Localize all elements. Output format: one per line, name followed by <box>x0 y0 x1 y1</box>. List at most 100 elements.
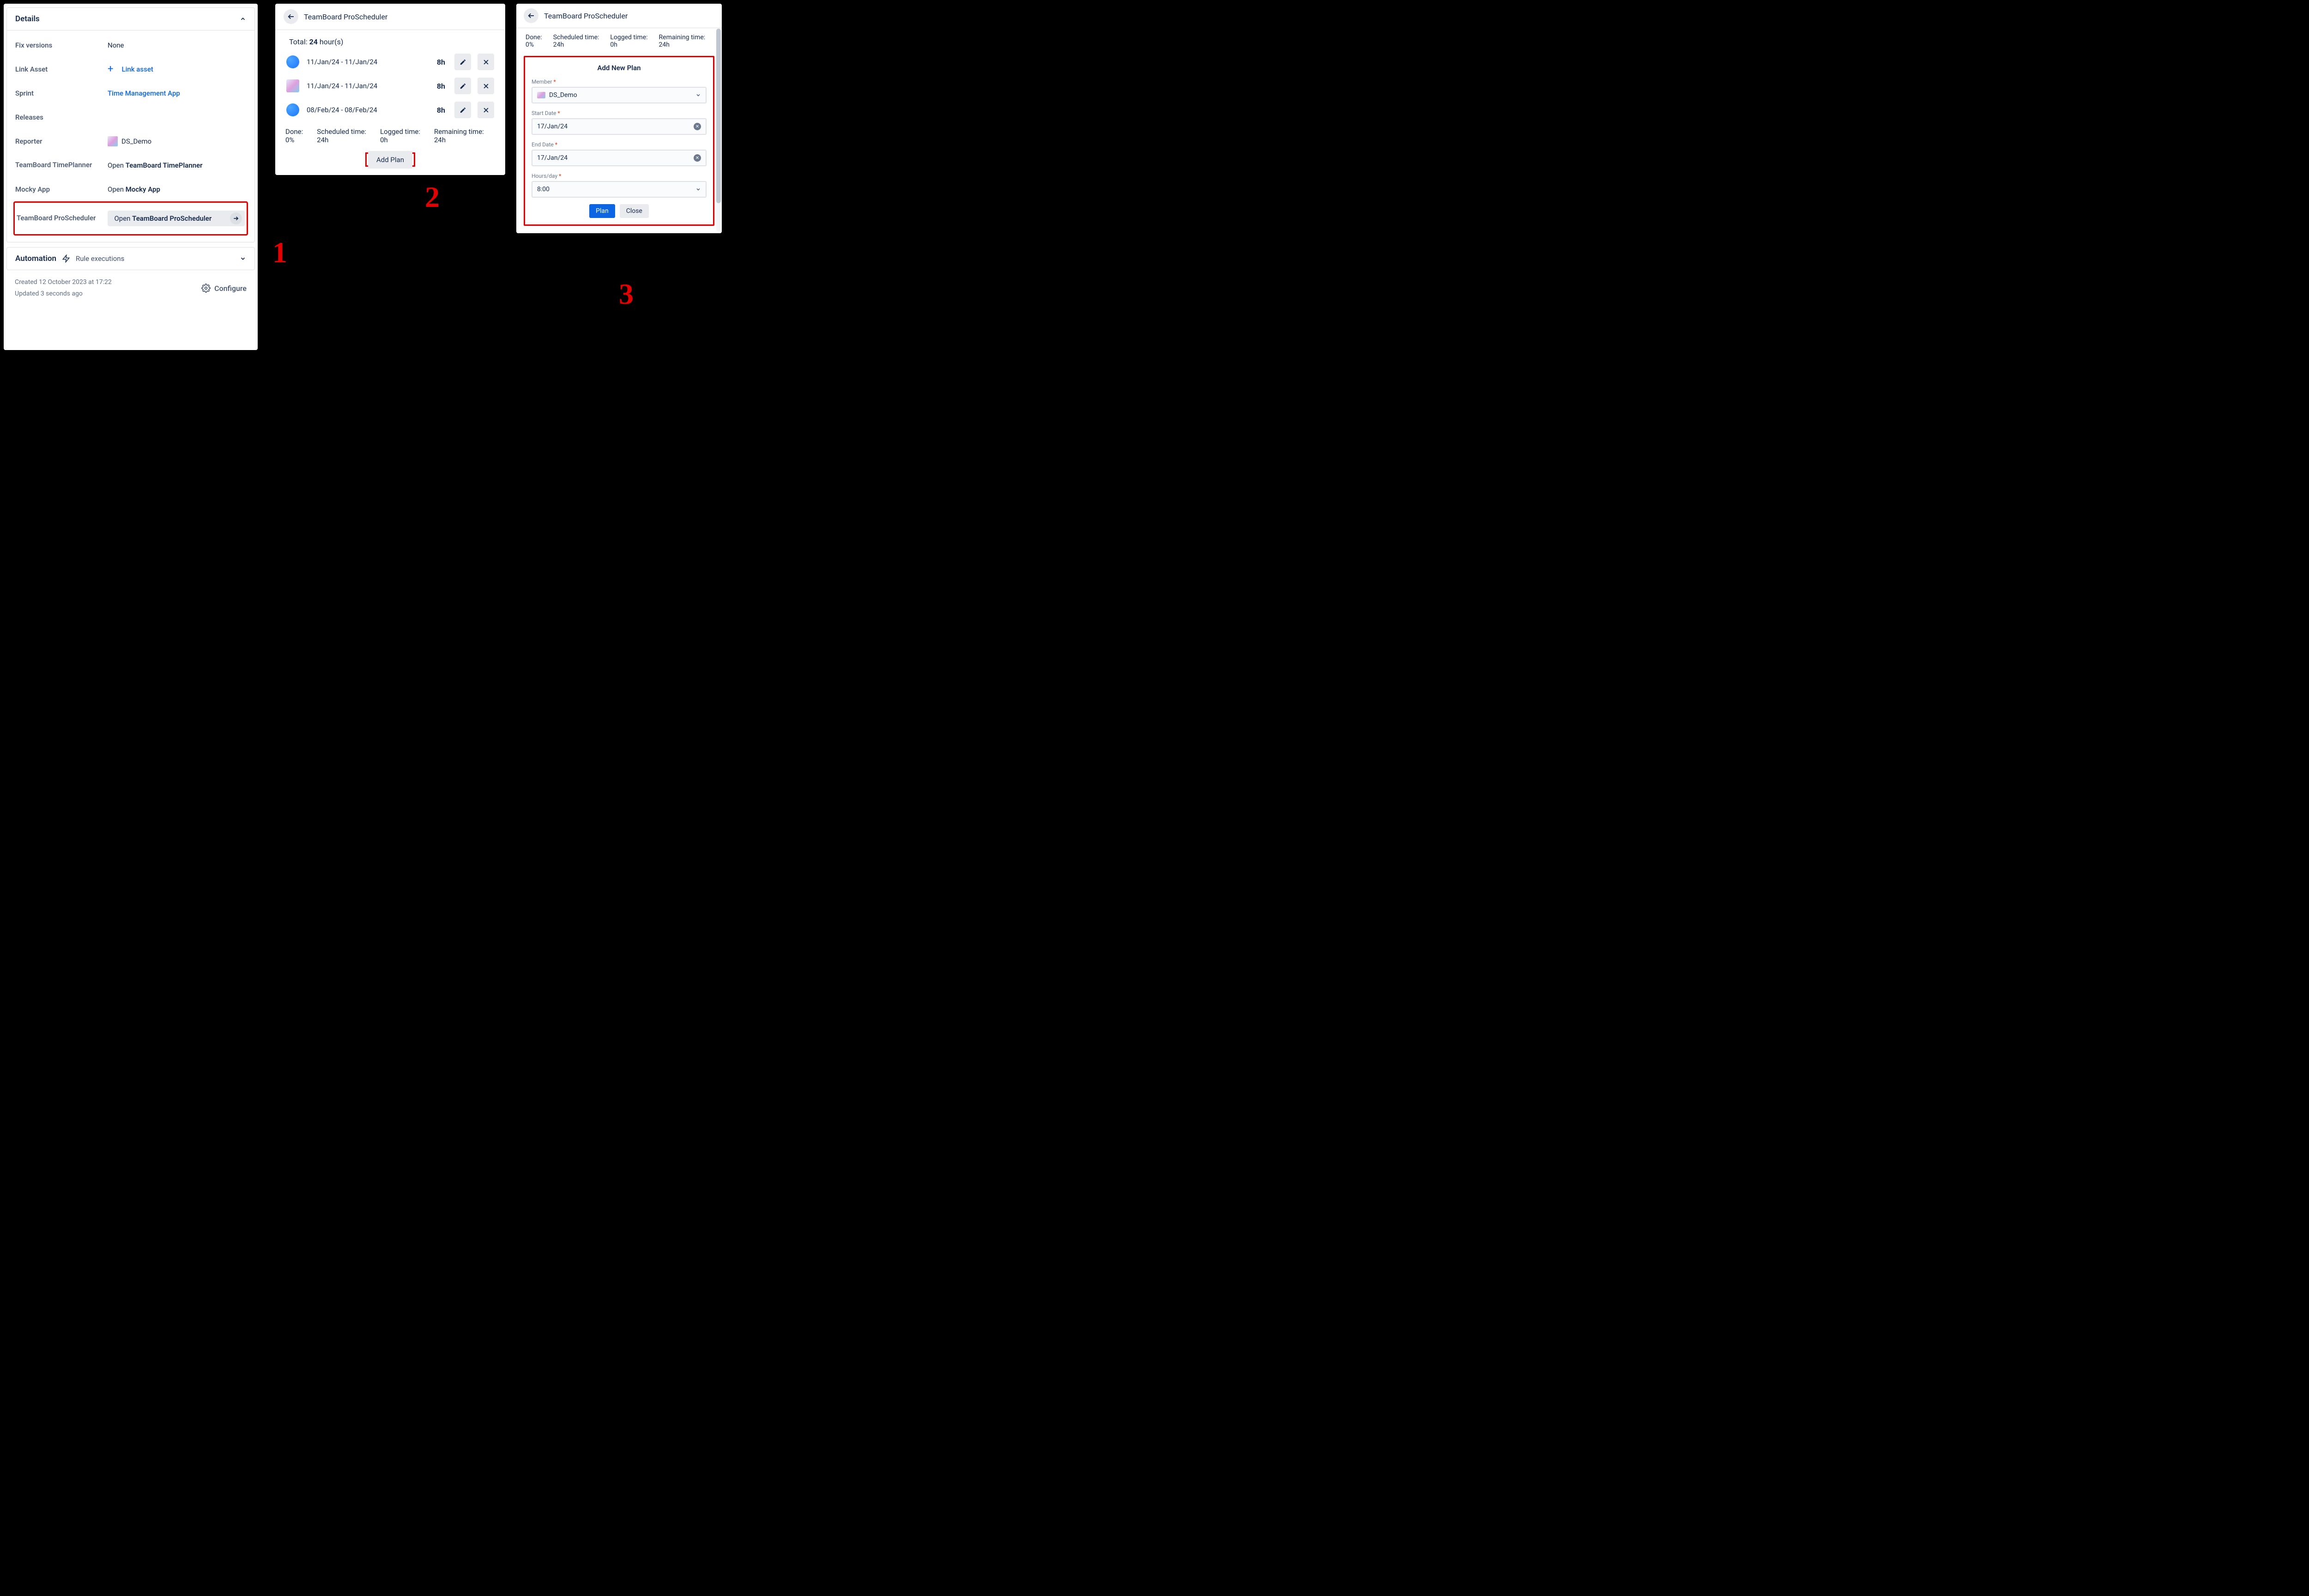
clear-icon[interactable]: ✕ <box>694 154 701 162</box>
stat-scheduled: Scheduled time:24h <box>317 127 366 144</box>
plan-hours: 8h <box>437 82 445 91</box>
plan-avatar-icon <box>286 79 299 92</box>
close-icon <box>483 83 490 90</box>
end-date-input[interactable]: 17/Jan/24 ✕ <box>532 150 707 166</box>
delete-plan-button[interactable] <box>478 102 494 118</box>
proscheduler-list-panel: TeamBoard ProScheduler Total: 24 hour(s)… <box>275 4 505 175</box>
link-asset-button[interactable]: + Link asset <box>108 64 153 74</box>
plan-row: 08/Feb/24 - 08/Feb/24 8h <box>284 98 496 122</box>
form-title: Add New Plan <box>532 64 707 72</box>
chevron-down-icon <box>240 255 246 262</box>
add-plan-form-highlight: Add New Plan Member * DS_Demo Start Date… <box>524 56 714 226</box>
plan-dates: 08/Feb/24 - 08/Feb/24 <box>307 106 432 114</box>
proscheduler-highlight: TeamBoard ProScheduler Open TeamBoard Pr… <box>13 201 248 236</box>
edit-plan-button[interactable] <box>454 54 471 70</box>
member-avatar-icon <box>537 92 545 98</box>
sprint-link[interactable]: Time Management App <box>108 89 180 97</box>
reporter-label: Reporter <box>15 137 108 145</box>
scrollbar[interactable] <box>716 29 721 231</box>
arrow-left-icon <box>527 12 535 20</box>
add-plan-panel: TeamBoard ProScheduler Done:0% Scheduled… <box>516 4 722 233</box>
details-panel: Details Fix versions None Link Asset + L… <box>4 4 258 350</box>
stat-scheduled: Scheduled time:24h <box>553 34 599 48</box>
start-date-label: Start Date * <box>532 110 707 116</box>
plan-dates: 11/Jan/24 - 11/Jan/24 <box>307 58 432 66</box>
plan-hours: 8h <box>437 58 445 66</box>
close-button[interactable]: Close <box>620 204 649 218</box>
clear-icon[interactable]: ✕ <box>694 123 701 130</box>
stat-logged: Logged time:0h <box>610 34 647 48</box>
total-hours: Total: 24 hour(s) <box>289 37 496 46</box>
configure-button[interactable]: Configure <box>201 284 247 293</box>
mocky-label: Mocky App <box>15 185 108 193</box>
add-plan-panel-title: TeamBoard ProScheduler <box>544 12 628 20</box>
stat-logged: Logged time:0h <box>380 127 420 144</box>
arrow-right-icon <box>230 212 242 224</box>
plan-avatar-icon <box>286 103 299 116</box>
chevron-up-icon <box>240 16 246 22</box>
open-mocky-button[interactable]: Open Mocky App <box>108 185 160 193</box>
plan-avatar-icon <box>286 55 299 68</box>
proscheduler-label: TeamBoard ProScheduler <box>17 214 108 223</box>
details-meta: Created 12 October 2023 at 17:22 Updated… <box>6 275 255 302</box>
plan-button[interactable]: Plan <box>589 204 615 218</box>
fix-versions-label: Fix versions <box>15 41 108 49</box>
start-date-input[interactable]: 17/Jan/24 ✕ <box>532 118 707 135</box>
member-select[interactable]: DS_Demo <box>532 87 707 103</box>
plan-row: 11/Jan/24 - 11/Jan/24 8h <box>284 74 496 98</box>
reporter-avatar-icon <box>108 136 118 146</box>
pencil-icon <box>459 107 466 114</box>
scrollbar-thumb[interactable] <box>716 29 721 203</box>
member-label: Member * <box>532 79 707 85</box>
automation-title: Automation <box>15 254 56 263</box>
details-card: Details Fix versions None Link Asset + L… <box>6 7 255 242</box>
stat-done: Done:0% <box>285 127 303 144</box>
arrow-left-icon <box>287 12 295 21</box>
reporter-value[interactable]: DS_Demo <box>108 136 151 146</box>
add-plan-panel-header: TeamBoard ProScheduler <box>516 4 722 28</box>
edit-plan-button[interactable] <box>454 102 471 118</box>
timeplanner-label: TeamBoard TimePlanner <box>15 161 108 170</box>
gear-icon <box>201 284 211 293</box>
delete-plan-button[interactable] <box>478 78 494 94</box>
hours-select[interactable]: 8:00 <box>532 181 707 198</box>
fix-versions-value[interactable]: None <box>108 41 124 49</box>
back-button[interactable] <box>284 9 298 24</box>
updated-text: Updated 3 seconds ago <box>15 288 112 300</box>
add-plan-button[interactable]: Add Plan <box>368 151 412 169</box>
stat-remaining: Remaining time:24h <box>434 127 484 144</box>
automation-card[interactable]: Automation Rule executions <box>6 247 255 270</box>
open-proscheduler-button[interactable]: Open TeamBoard ProScheduler <box>108 211 245 226</box>
annotation-3: 3 <box>619 277 634 311</box>
chevron-down-icon <box>695 187 701 192</box>
end-date-label: End Date * <box>532 141 707 148</box>
link-asset-label: Link Asset <box>15 65 108 73</box>
lightning-icon <box>62 254 70 263</box>
close-icon <box>483 59 490 66</box>
hours-label: Hours/day * <box>532 173 707 179</box>
releases-label: Releases <box>15 113 108 121</box>
plan-row: 11/Jan/24 - 11/Jan/24 8h <box>284 50 496 74</box>
details-header[interactable]: Details <box>7 8 254 30</box>
plan-dates: 11/Jan/24 - 11/Jan/24 <box>307 82 432 90</box>
delete-plan-button[interactable] <box>478 54 494 70</box>
back-button[interactable] <box>524 8 538 23</box>
created-text: Created 12 October 2023 at 17:22 <box>15 277 112 288</box>
proscheduler-panel-header: TeamBoard ProScheduler <box>275 4 505 30</box>
proscheduler-panel-title: TeamBoard ProScheduler <box>304 12 387 21</box>
stat-done: Done:0% <box>526 34 542 48</box>
pencil-icon <box>459 59 466 66</box>
sprint-label: Sprint <box>15 89 108 97</box>
add-plan-highlight: Add Plan <box>365 152 415 167</box>
chevron-down-icon <box>695 92 701 98</box>
stat-remaining: Remaining time:24h <box>659 34 706 48</box>
pencil-icon <box>459 83 466 90</box>
annotation-1: 1 <box>272 236 287 270</box>
annotation-2: 2 <box>425 180 440 214</box>
plus-icon: + <box>108 64 113 74</box>
plan-hours: 8h <box>437 106 445 115</box>
open-timeplanner-button[interactable]: Open TeamBoard TimePlanner <box>108 161 203 169</box>
rule-executions-label: Rule executions <box>76 254 234 263</box>
details-title: Details <box>15 14 40 24</box>
edit-plan-button[interactable] <box>454 78 471 94</box>
